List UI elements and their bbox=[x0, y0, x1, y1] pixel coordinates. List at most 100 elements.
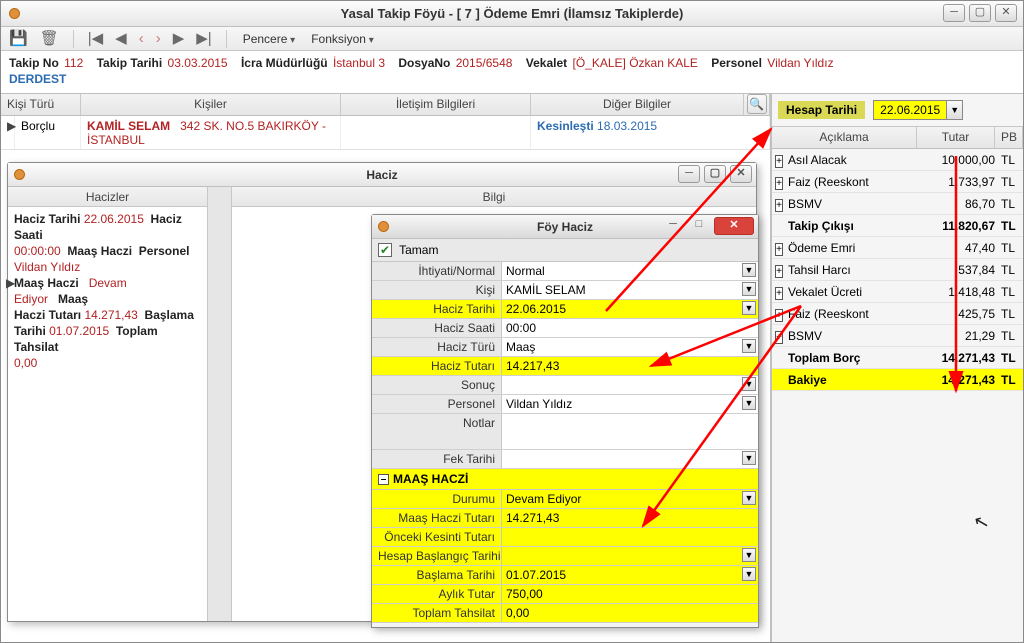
expand-icon[interactable]: + bbox=[775, 177, 783, 190]
fwd-small-icon[interactable]: › bbox=[154, 31, 163, 46]
row-name: Asıl Alacak bbox=[786, 153, 919, 167]
maximize-button[interactable]: ▢ bbox=[969, 4, 991, 22]
chevron-down-icon[interactable]: ▼ bbox=[742, 377, 756, 391]
expand-icon[interactable]: + bbox=[775, 309, 783, 322]
app-icon bbox=[14, 169, 25, 180]
field-value[interactable]: 0,00 bbox=[502, 604, 758, 622]
first-icon[interactable]: |◀ bbox=[86, 31, 105, 46]
field-value[interactable]: Maaş▼ bbox=[502, 338, 758, 356]
back-small-icon[interactable]: ‹ bbox=[137, 31, 146, 46]
field-value[interactable]: Devam Ediyor▼ bbox=[502, 490, 758, 508]
expand-icon[interactable]: + bbox=[775, 155, 783, 168]
account-row[interactable]: +BSMV86,70TL bbox=[772, 193, 1023, 215]
workspace: Kişi Türü Kişiler İletişim Bilgileri Diğ… bbox=[1, 94, 1023, 643]
close-button[interactable]: ✕ bbox=[730, 165, 752, 183]
account-row[interactable]: Toplam Borç14.271,43TL bbox=[772, 347, 1023, 369]
account-row[interactable]: Takip Çıkışı11.820,67TL bbox=[772, 215, 1023, 237]
row-unit: TL bbox=[999, 307, 1023, 321]
expand-icon[interactable]: + bbox=[775, 199, 783, 212]
col-iletisim[interactable]: İletişim Bilgileri bbox=[341, 94, 531, 115]
field-value[interactable]: 22.06.2015▼ bbox=[502, 300, 758, 318]
chevron-down-icon[interactable]: ▼ bbox=[742, 548, 756, 562]
row-kesin-lbl: Kesinleşti bbox=[537, 119, 594, 133]
last-icon[interactable]: ▶| bbox=[194, 31, 213, 46]
minimize-button[interactable]: ─ bbox=[678, 165, 700, 183]
hesap-tarihi-input[interactable]: 22.06.2015 ▼ bbox=[873, 100, 963, 120]
col-aciklama[interactable]: Açıklama bbox=[772, 127, 917, 148]
tamam-check[interactable]: ✔ Tamam bbox=[372, 239, 758, 262]
minimize-button[interactable]: ─ bbox=[662, 217, 684, 235]
account-row[interactable]: +Asıl Alacak10.000,00TL bbox=[772, 149, 1023, 171]
col-diger[interactable]: Diğer Bilgiler bbox=[531, 94, 744, 115]
expand-icon[interactable]: + bbox=[775, 287, 783, 300]
account-row[interactable]: +Ödeme Emri47,40TL bbox=[772, 237, 1023, 259]
field-value[interactable]: 00:00 bbox=[502, 319, 758, 337]
maximize-button[interactable]: ▢ bbox=[704, 165, 726, 183]
chevron-down-icon[interactable]: ▼ bbox=[742, 396, 756, 410]
field-value[interactable]: ▼ bbox=[502, 547, 758, 565]
next-icon[interactable]: ▶ bbox=[171, 31, 187, 46]
account-row[interactable]: +Faiz (Reeskont1.733,97TL bbox=[772, 171, 1023, 193]
chevron-down-icon[interactable]: ▼ bbox=[742, 282, 756, 296]
foy-title: Föy Haciz bbox=[537, 220, 593, 234]
row-kesin-tarih: 18.03.2015 bbox=[597, 119, 657, 133]
search-icon[interactable]: 🔍 bbox=[747, 94, 767, 114]
field-value[interactable] bbox=[502, 414, 758, 449]
account-row[interactable]: +BSMV21,29TL bbox=[772, 325, 1023, 347]
close-button[interactable]: ✕ bbox=[995, 4, 1017, 22]
foy-titlebar: Föy Haciz ─ □ ✕ bbox=[372, 215, 758, 239]
haciz-list[interactable]: Haciz Tarihi 22.06.2015 Haciz Saati 00:0… bbox=[8, 207, 207, 621]
col-tutar[interactable]: Tutar bbox=[917, 127, 995, 148]
maximize-button[interactable]: □ bbox=[688, 217, 710, 235]
toolbar: 💾 🗑 |◀ ◀ ‹ › ▶ ▶| Pencere Fonksiyon bbox=[1, 27, 1023, 51]
field-value[interactable]: Vildan Yıldız▼ bbox=[502, 395, 758, 413]
row-ad: KAMİL SELAM bbox=[87, 119, 170, 133]
field-value[interactable] bbox=[502, 528, 758, 546]
account-row[interactable]: +Faiz (Reeskont425,75TL bbox=[772, 303, 1023, 325]
separator bbox=[73, 30, 74, 48]
field-value[interactable]: 14.271,43 bbox=[502, 509, 758, 527]
expand-icon[interactable]: + bbox=[775, 243, 783, 256]
field-value[interactable]: Normal▼ bbox=[502, 262, 758, 280]
table-row[interactable]: ▶ Borçlu KAMİL SELAM 342 SK. NO.5 BAKIRK… bbox=[1, 116, 770, 150]
hacizler-tab[interactable]: Hacizler bbox=[8, 187, 207, 207]
field-value[interactable]: 01.07.2015▼ bbox=[502, 566, 758, 584]
chevron-down-icon[interactable]: ▼ bbox=[742, 339, 756, 353]
account-row[interactable]: +Vekalet Ücreti1.418,48TL bbox=[772, 281, 1023, 303]
maas-haczi-group[interactable]: – MAAŞ HACZİ bbox=[372, 469, 758, 490]
close-button[interactable]: ✕ bbox=[714, 217, 754, 235]
field-value[interactable]: ▼ bbox=[502, 450, 758, 468]
right-pane: Hesap Tarihi 22.06.2015 ▼ Açıklama Tutar… bbox=[771, 94, 1023, 643]
field-value[interactable]: KAMİL SELAM▼ bbox=[502, 281, 758, 299]
account-table: Açıklama Tutar PB +Asıl Alacak10.000,00T… bbox=[772, 127, 1023, 643]
chevron-down-icon[interactable]: ▼ bbox=[742, 491, 756, 505]
chevron-down-icon[interactable]: ▼ bbox=[742, 301, 756, 315]
prev-icon[interactable]: ◀ bbox=[113, 31, 129, 46]
col-kisi-turu[interactable]: Kişi Türü bbox=[1, 94, 81, 115]
field-value[interactable]: 750,00 bbox=[502, 585, 758, 603]
expand-icon[interactable]: + bbox=[775, 331, 783, 344]
row-name: Toplam Borç bbox=[786, 351, 919, 365]
field-label: Sonuç bbox=[372, 376, 502, 394]
col-kisiler[interactable]: Kişiler bbox=[81, 94, 341, 115]
account-row[interactable]: +Tahsil Harcı537,84TL bbox=[772, 259, 1023, 281]
expand-icon[interactable]: + bbox=[775, 265, 783, 278]
field-value[interactable]: ▼ bbox=[502, 376, 758, 394]
chevron-down-icon[interactable]: ▼ bbox=[742, 451, 756, 465]
collapse-icon[interactable]: – bbox=[378, 474, 389, 485]
takip-tarihi: 03.03.2015 bbox=[168, 56, 228, 70]
fonksiyon-menu[interactable]: Fonksiyon bbox=[307, 32, 378, 46]
chevron-down-icon[interactable]: ▼ bbox=[742, 567, 756, 581]
pencere-menu[interactable]: Pencere bbox=[239, 32, 300, 46]
window-title: Yasal Takip Föyü - [ 7 ] Ödeme Emri (İla… bbox=[341, 6, 684, 21]
delete-icon[interactable]: 🗑 bbox=[38, 31, 61, 46]
chevron-down-icon[interactable]: ▼ bbox=[946, 101, 962, 119]
bilgi-tab[interactable]: Bilgi bbox=[232, 187, 756, 207]
chevron-down-icon[interactable]: ▼ bbox=[742, 263, 756, 277]
save-icon[interactable]: 💾 bbox=[7, 31, 30, 46]
account-row[interactable]: Bakiye14.271,43TL bbox=[772, 369, 1023, 391]
col-pb[interactable]: PB bbox=[995, 127, 1023, 148]
field-value[interactable]: 14.217,43 bbox=[502, 357, 758, 375]
takip-no: 112 bbox=[64, 56, 83, 70]
minimize-button[interactable]: ─ bbox=[943, 4, 965, 22]
